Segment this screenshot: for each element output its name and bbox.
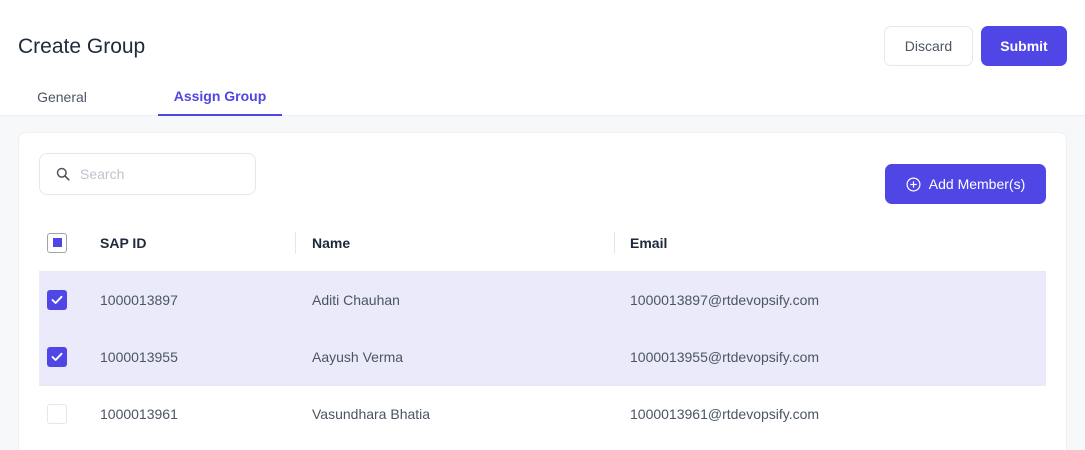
tab-general[interactable]: General — [18, 78, 106, 116]
create-group-page: Create Group Discard Submit General Assi… — [0, 0, 1085, 450]
sap-id-cell: 1000013961 — [100, 406, 178, 422]
search-input[interactable] — [80, 166, 250, 182]
column-header-sap-id[interactable]: SAP ID — [100, 214, 146, 271]
sap-id-cell: 1000013897 — [100, 292, 178, 308]
email-cell: 1000013955@rtdevopsify.com — [630, 349, 820, 365]
tab-bar: General Assign Group — [0, 78, 1085, 116]
sap-id-cell: 1000013955 — [100, 349, 178, 365]
column-divider — [295, 232, 296, 254]
name-cell: Vasundhara Bhatia — [312, 406, 431, 422]
table-row[interactable]: 1000013955 Aayush Verma 1000013955@rtdev… — [39, 328, 1046, 385]
row-checkbox[interactable] — [47, 347, 67, 367]
indeterminate-icon — [52, 238, 62, 247]
plus-circle-icon — [906, 176, 921, 192]
select-all-checkbox[interactable] — [47, 232, 67, 253]
add-members-label: Add Member(s) — [928, 176, 1026, 192]
table-header: SAP ID Name Email — [39, 214, 1046, 271]
members-table: SAP ID Name Email 1000013897 Aditi Chauh… — [39, 214, 1046, 442]
search-box[interactable] — [39, 153, 256, 195]
row-checkbox-cell — [47, 272, 67, 328]
column-header-name[interactable]: Name — [312, 214, 350, 271]
row-checkbox-cell — [47, 329, 67, 385]
name-cell: Aditi Chauhan — [312, 292, 400, 308]
search-icon — [56, 167, 70, 181]
table-row[interactable]: 1000013897 Aditi Chauhan 1000013897@rtde… — [39, 271, 1046, 328]
check-icon — [51, 352, 63, 361]
add-members-button[interactable]: Add Member(s) — [885, 164, 1046, 204]
discard-button[interactable]: Discard — [884, 26, 973, 66]
email-cell: 1000013897@rtdevopsify.com — [630, 292, 820, 308]
email-cell: 1000013961@rtdevopsify.com — [630, 406, 820, 422]
column-divider — [614, 232, 615, 254]
check-icon — [51, 295, 63, 304]
tab-assign-group[interactable]: Assign Group — [158, 78, 282, 116]
row-checkbox[interactable] — [47, 290, 67, 310]
column-header-email[interactable]: Email — [630, 214, 667, 271]
select-all-cell — [47, 214, 67, 271]
page-title: Create Group — [18, 35, 146, 58]
row-checkbox-cell — [47, 386, 67, 442]
row-checkbox[interactable] — [47, 404, 67, 424]
name-cell: Aayush Verma — [312, 349, 404, 365]
submit-button[interactable]: Submit — [981, 26, 1067, 66]
table-row[interactable]: 1000013961 Vasundhara Bhatia 1000013961@… — [39, 385, 1046, 442]
